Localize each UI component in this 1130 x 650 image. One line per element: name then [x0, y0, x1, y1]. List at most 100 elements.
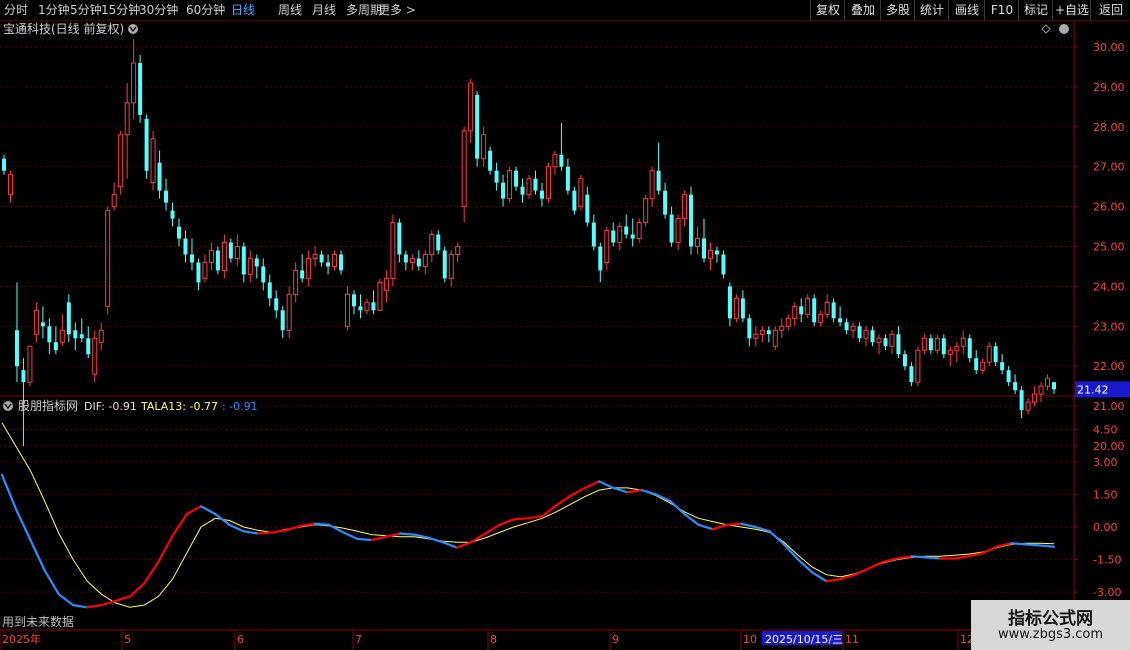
candle-body-up [448, 253, 454, 279]
candle-body-down [702, 238, 706, 259]
candle-body-up [507, 170, 513, 200]
candle-body-down [1006, 370, 1011, 383]
candle-body-up [785, 317, 791, 327]
candle-body-down [727, 286, 732, 319]
candle [27, 345, 33, 387]
dif-line-segment [356, 537, 373, 542]
candle [409, 254, 415, 271]
candle-body-up [1038, 385, 1044, 395]
candle [870, 326, 875, 347]
dif-line-segment [342, 531, 359, 541]
candle-body-down [170, 210, 175, 219]
candle-body-up [636, 222, 642, 240]
candle-body-down [585, 194, 590, 223]
dif-line-segment [569, 486, 586, 497]
time-axis-label: 9 [612, 633, 619, 646]
candle [339, 250, 344, 275]
candle [689, 186, 694, 255]
candle-body-down [397, 222, 402, 255]
candle [461, 126, 467, 223]
candle [364, 298, 370, 315]
price-tick-label: 23.00 [1093, 320, 1125, 333]
settings-circle-icon[interactable] [1059, 24, 1069, 34]
candle-body-up [649, 170, 655, 200]
candle-body-up [1025, 401, 1031, 411]
dif-line-segment [740, 522, 757, 529]
candle [993, 342, 998, 367]
indicator-menu-icon[interactable] [3, 401, 13, 411]
candle [1038, 382, 1044, 403]
price-tick-label: 25.00 [1093, 241, 1125, 254]
candle-body-down [812, 298, 817, 323]
candle-body-down [416, 258, 421, 267]
dif-line-segment [455, 541, 473, 549]
indicator-tick-label: 0.00 [1093, 521, 1118, 534]
candle [202, 254, 208, 283]
candle-body-down [442, 250, 447, 279]
watermark-title: 指标公式网 [1008, 609, 1093, 629]
dif-line-segment [669, 499, 686, 516]
candle-body-down [254, 258, 259, 267]
candle-body-up [468, 82, 474, 132]
candle [86, 326, 91, 359]
candle-body-up [131, 62, 137, 104]
candle-body-down [689, 194, 694, 247]
candle [669, 206, 674, 247]
price-tick-label: 30.00 [1093, 41, 1125, 54]
candle-body-down [714, 250, 719, 255]
candle-body-down [241, 246, 246, 275]
candle [345, 286, 351, 331]
candle [377, 278, 383, 311]
candle-body-down [844, 322, 849, 331]
candle-body-up [545, 166, 551, 200]
price-tick-label: 26.00 [1093, 201, 1125, 214]
price-tick-label: 24.00 [1093, 280, 1125, 293]
candle [785, 314, 791, 331]
diamond-icon[interactable] [1041, 24, 1051, 34]
candle-body-up [889, 333, 895, 347]
candle-body-down [86, 338, 91, 355]
dif-line-segment [285, 524, 302, 532]
candle [591, 214, 596, 251]
dif-line-segment [214, 512, 231, 526]
candle-body-up [921, 337, 927, 351]
candle-body-down [494, 170, 499, 183]
candle [416, 250, 421, 271]
candle [947, 346, 953, 367]
candle-body-down [66, 302, 71, 335]
candle [124, 82, 130, 179]
candle [319, 250, 324, 267]
candle [422, 250, 428, 275]
candle [98, 322, 104, 351]
candle-body-down [630, 234, 635, 239]
dif-line-segment [157, 534, 174, 563]
candle [772, 326, 778, 351]
candle [928, 334, 933, 355]
candle-body-up [98, 329, 104, 343]
candle [196, 258, 201, 291]
candle-body-up [27, 345, 33, 383]
candle [702, 218, 706, 263]
candle [876, 334, 882, 355]
candle [383, 270, 389, 303]
candle [552, 150, 558, 175]
chevron-down-icon[interactable] [128, 24, 138, 34]
time-axis-label: 8 [490, 633, 497, 646]
candle [941, 334, 946, 359]
candle-body-down [371, 302, 376, 311]
candle-body-down [79, 334, 84, 339]
candle [526, 174, 532, 199]
candle-body-up [707, 249, 713, 259]
candle [33, 302, 39, 343]
candle [92, 330, 98, 383]
future-data-note: 用到未来数据 [2, 614, 74, 629]
candle [986, 342, 992, 367]
candle [488, 146, 493, 175]
candle-body-up [377, 281, 383, 311]
candle-body-up [526, 178, 532, 196]
candle-body-down [267, 282, 272, 299]
candle-body-down [974, 358, 979, 371]
candle-body-down [909, 366, 914, 383]
candle [902, 350, 907, 371]
dif-line-segment [953, 555, 970, 560]
